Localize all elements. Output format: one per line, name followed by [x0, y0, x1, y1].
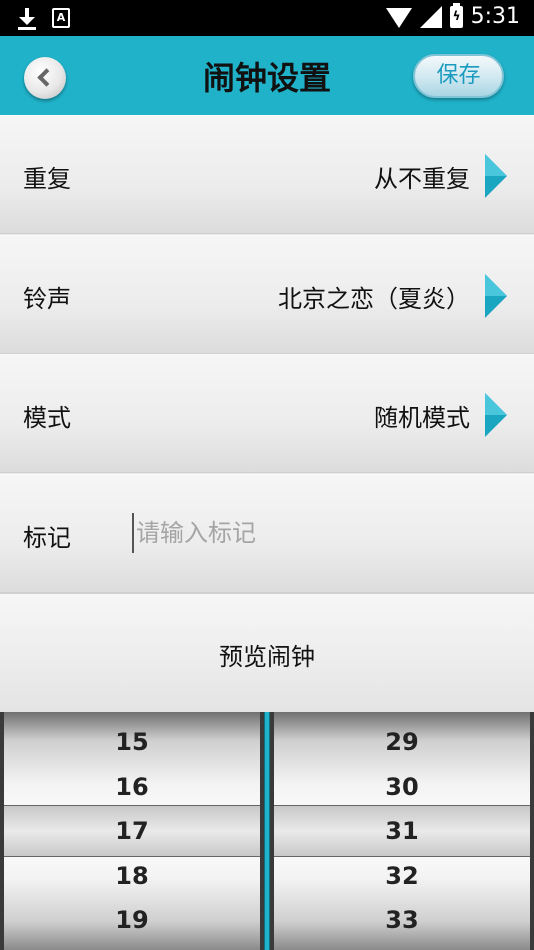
minute-item[interactable]: 32 [274, 862, 530, 890]
mode-label: 模式 [23, 404, 71, 432]
ringtone-row[interactable]: 铃声 北京之恋（夏炎） [0, 235, 534, 354]
status-time: 5:31 [470, 4, 520, 29]
status-bar: A ϟ 5:31 [0, 0, 534, 36]
minute-wheel[interactable]: 29 30 31 32 33 [270, 712, 534, 950]
hour-item[interactable]: 15 [4, 728, 260, 756]
hour-item[interactable]: 18 [4, 862, 260, 890]
time-picker: 15 16 17 18 19 29 30 31 32 33 [0, 712, 534, 950]
mode-value: 随机模式 [374, 404, 470, 432]
ringtone-value: 北京之恋（夏炎） [278, 285, 470, 313]
repeat-value: 从不重复 [374, 165, 470, 193]
hour-wheel[interactable]: 15 16 17 18 19 [0, 712, 264, 950]
app-header: 闹钟设置 保存 [0, 36, 534, 115]
signal-icon [419, 5, 442, 28]
note-label: 标记 [23, 524, 71, 552]
repeat-label: 重复 [23, 165, 71, 193]
note-input[interactable] [132, 513, 492, 553]
arrow-right-icon [485, 393, 507, 437]
repeat-row[interactable]: 重复 从不重复 [0, 115, 534, 234]
minute-item[interactable]: 30 [274, 773, 530, 801]
font-a-icon: A [52, 8, 70, 28]
save-button[interactable]: 保存 [413, 54, 504, 98]
mode-row[interactable]: 模式 随机模式 [0, 354, 534, 473]
battery-icon: ϟ [449, 2, 463, 28]
download-icon [16, 6, 38, 30]
ringtone-label: 铃声 [23, 285, 71, 313]
minute-item[interactable]: 29 [274, 728, 530, 756]
arrow-right-icon [485, 274, 507, 318]
hour-item[interactable]: 19 [4, 906, 260, 934]
minute-item[interactable]: 33 [274, 906, 530, 934]
preview-label: 预览闹钟 [219, 643, 315, 671]
preview-alarm-button[interactable]: 预览闹钟 [0, 593, 534, 712]
note-row: 标记 [0, 474, 534, 593]
hour-item[interactable]: 16 [4, 773, 260, 801]
minute-item-selected[interactable]: 31 [274, 817, 530, 845]
hour-item-selected[interactable]: 17 [4, 817, 260, 845]
wifi-icon [385, 7, 412, 28]
arrow-right-icon [485, 154, 507, 198]
